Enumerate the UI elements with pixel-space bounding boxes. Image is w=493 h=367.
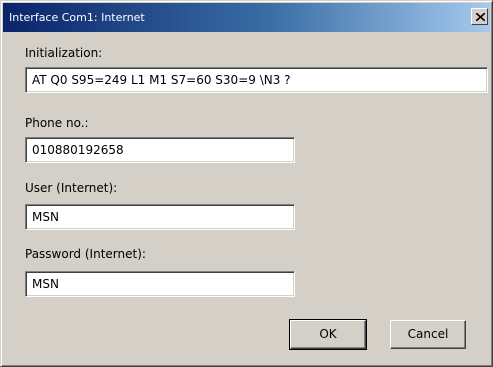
initialization-label: Initialization: (25, 46, 103, 60)
user-field[interactable]: MSN (25, 204, 295, 230)
close-button[interactable] (471, 8, 488, 25)
password-label: Password (Internet): (25, 247, 146, 261)
close-icon (476, 13, 485, 21)
cancel-button[interactable]: Cancel (390, 320, 466, 349)
phone-field[interactable]: 010880192658 (25, 137, 295, 163)
window-title: Interface Com1: Internet (9, 11, 145, 24)
password-field[interactable]: MSN (25, 271, 295, 297)
dialog-window: Interface Com1: Internet Initialization:… (0, 0, 493, 367)
phone-label: Phone no.: (25, 116, 89, 130)
title-bar[interactable]: Interface Com1: Internet (3, 3, 490, 32)
initialization-field[interactable]: AT Q0 S95=249 L1 M1 S7=60 S30=9 \N3 ? (25, 67, 488, 93)
user-label: User (Internet): (25, 181, 118, 195)
ok-button[interactable]: OK (289, 319, 367, 350)
